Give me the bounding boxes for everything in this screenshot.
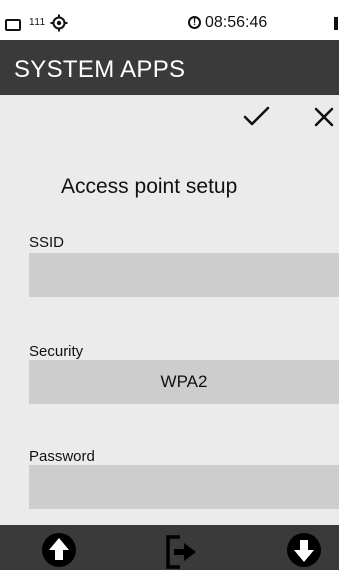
app-header: SYSTEM APPS — [0, 40, 339, 95]
arrow-up-circle-icon — [42, 533, 76, 567]
bottom-nav — [0, 525, 339, 570]
scroll-down-button[interactable] — [282, 529, 326, 569]
security-select[interactable]: WPA2 — [29, 360, 339, 404]
security-label: Security — [29, 343, 84, 360]
ssid-input[interactable] — [29, 253, 339, 297]
page-title: Access point setup — [61, 175, 238, 198]
status-clock: 08:56:46 — [205, 14, 268, 31]
scroll-up-button[interactable] — [37, 529, 81, 569]
battery-icon — [5, 19, 21, 31]
arrow-down-circle-icon — [287, 533, 321, 567]
device-screen: 111 ! 08:56:46 SYSTEM APPS Access point … — [0, 0, 339, 570]
confirm-button[interactable] — [238, 100, 274, 132]
password-label: Password — [29, 448, 95, 465]
status-edge-indicator — [334, 17, 338, 30]
app-title: SYSTEM APPS — [14, 56, 186, 83]
check-icon — [243, 106, 270, 126]
exit-button[interactable] — [160, 529, 204, 569]
gps-icon — [50, 14, 68, 32]
status-bar: 111 ! 08:56:46 — [0, 0, 339, 40]
ssid-label: SSID — [29, 234, 65, 251]
close-icon — [314, 107, 334, 127]
alert-icon: ! — [188, 16, 201, 29]
cancel-button[interactable] — [306, 100, 338, 132]
password-input[interactable] — [29, 465, 339, 509]
exit-icon — [166, 535, 196, 569]
signal-indicator: 111 — [29, 17, 46, 28]
